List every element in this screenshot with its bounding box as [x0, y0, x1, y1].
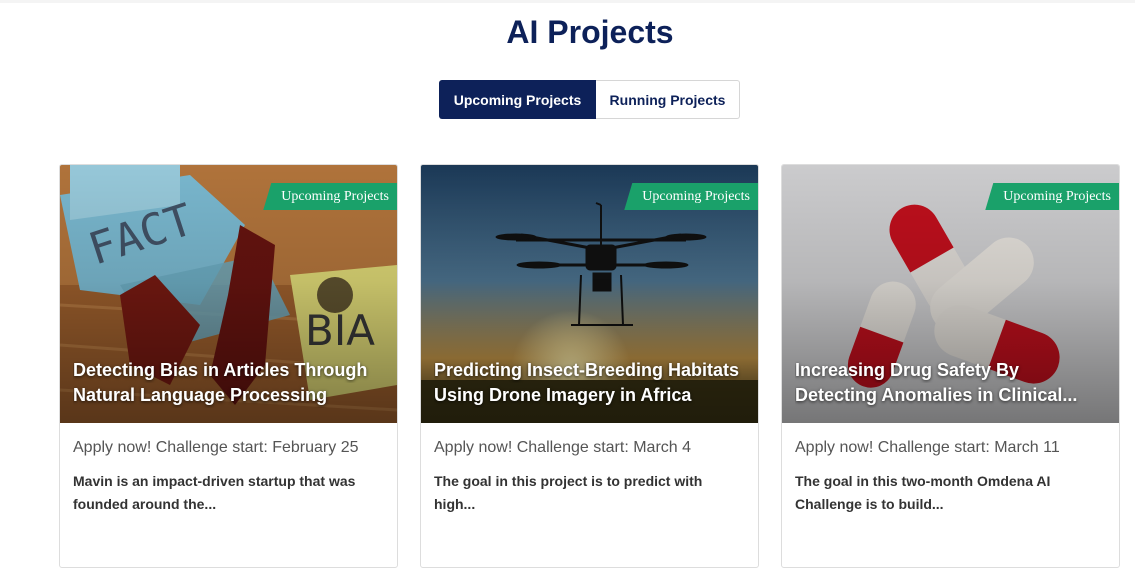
- card-description: The goal in this project is to predict w…: [434, 470, 744, 516]
- project-tabs: Upcoming Projects Running Projects: [439, 80, 740, 119]
- status-ribbon: Upcoming Projects: [624, 183, 758, 210]
- card-description: Mavin is an impact-driven startup that w…: [73, 470, 383, 516]
- status-ribbon: Upcoming Projects: [985, 183, 1119, 210]
- description-line: founded around the...: [73, 496, 217, 512]
- project-card[interactable]: FACT BIA Upcoming Projects Detecting Bia…: [59, 164, 398, 568]
- card-title-line: Predicting Insect-Breeding Habitats: [434, 360, 740, 380]
- card-title: Predicting Insect-Breeding Habitats Usin…: [434, 358, 746, 408]
- page-title: AI Projects: [506, 14, 674, 50]
- card-title: Increasing Drug Safety By Detecting Anom…: [795, 358, 1107, 408]
- tab-running-projects[interactable]: Running Projects: [596, 80, 740, 119]
- project-image-drone: Upcoming Projects Predicting Insect-Bree…: [421, 165, 758, 423]
- card-title-line: Natural Language Processing: [73, 385, 328, 405]
- challenge-start-date: Apply now! Challenge start: March 11: [795, 439, 1060, 456]
- description-line: Challenge is to build...: [795, 496, 944, 512]
- top-divider: [0, 0, 1135, 3]
- card-title-line: Increasing Drug Safety By: [795, 360, 1020, 380]
- description-line: The goal in this two-month Omdena AI: [795, 473, 1051, 489]
- card-title-line: Using Drone Imagery in Africa: [434, 385, 692, 405]
- description-line: Mavin is an impact-driven startup that w…: [73, 473, 356, 489]
- description-line: high...: [434, 496, 476, 512]
- project-card[interactable]: Upcoming Projects Increasing Drug Safety…: [781, 164, 1120, 568]
- challenge-start-date: Apply now! Challenge start: March 4: [434, 439, 692, 456]
- page: AI Projects Upcoming Projects Running Pr…: [0, 0, 1135, 582]
- status-ribbon: Upcoming Projects: [263, 183, 397, 210]
- description-line: The goal in this project is to predict w…: [434, 473, 703, 489]
- tab-upcoming-projects[interactable]: Upcoming Projects: [439, 80, 596, 119]
- project-image-fact-bias: FACT BIA Upcoming Projects Detecting Bia…: [60, 165, 397, 423]
- project-image-capsules: Upcoming Projects Increasing Drug Safety…: [782, 165, 1119, 423]
- card-description: The goal in this two-month Omdena AI Cha…: [795, 470, 1105, 516]
- card-title-line: Detecting Anomalies in Clinical...: [795, 385, 1078, 405]
- project-card[interactable]: Upcoming Projects Predicting Insect-Bree…: [420, 164, 759, 568]
- card-title: Detecting Bias in Articles Through Natur…: [73, 358, 385, 408]
- card-title-line: Detecting Bias in Articles Through: [73, 360, 368, 380]
- challenge-start-date: Apply now! Challenge start: February 25: [73, 439, 359, 456]
